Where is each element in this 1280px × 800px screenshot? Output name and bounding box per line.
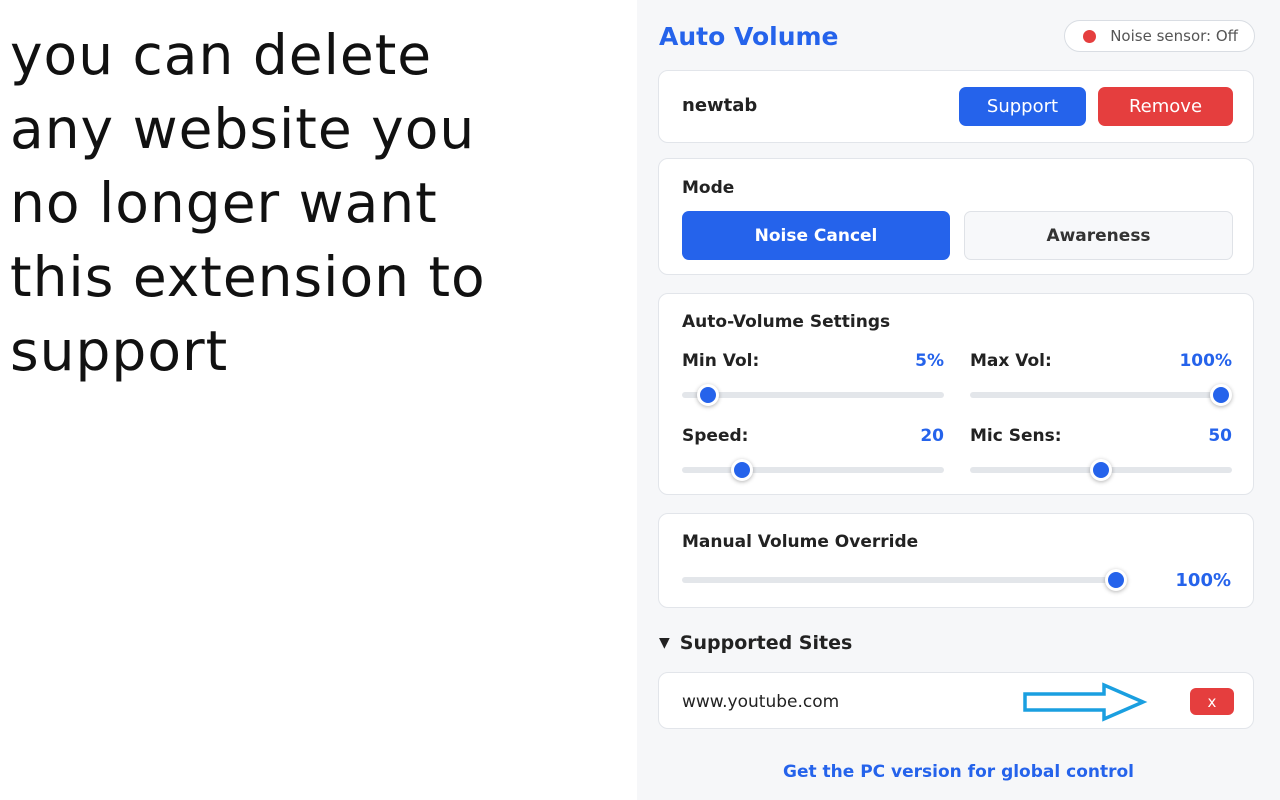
max-vol-label: Max Vol: [970,351,1052,371]
app-title: Auto Volume [659,22,839,51]
min-vol-thumb[interactable] [697,384,720,406]
support-button[interactable]: Support [959,87,1086,126]
caption-line: this extension to [10,245,486,309]
min-vol-slider[interactable] [682,384,944,406]
speed-slider[interactable] [682,459,944,481]
manual-volume-label: Manual Volume Override [682,532,919,552]
extension-popup: Auto Volume Noise sensor: Off newtab Sup… [637,0,1280,800]
supported-sites-toggle[interactable]: ▼ Supported Sites [659,632,852,654]
arrow-right-icon [1023,682,1148,722]
supported-sites-label: Supported Sites [679,632,853,654]
manual-volume-card: Manual Volume Override 100% [658,513,1254,608]
speed-thumb[interactable] [731,459,754,481]
delete-site-button[interactable]: x [1190,688,1234,715]
mic-sens-thumb[interactable] [1090,459,1112,481]
manual-volume-slider[interactable] [682,569,1127,591]
min-vol-label: Min Vol: [682,351,760,371]
noise-sensor-status[interactable]: Noise sensor: Off [1064,20,1255,52]
supported-site-url: www.youtube.com [682,692,840,712]
mic-sens-label: Mic Sens: [970,426,1062,446]
settings-label: Auto-Volume Settings [682,312,891,332]
remove-button[interactable]: Remove [1098,87,1233,126]
max-vol-value: 100% [1179,351,1232,371]
popup-header: Auto Volume Noise sensor: Off [659,18,1255,58]
mode-card: Mode Noise Cancel Awareness [658,158,1254,275]
min-vol-value: 5% [915,351,944,371]
max-vol-thumb[interactable] [1210,384,1232,406]
noise-cancel-button[interactable]: Noise Cancel [682,211,950,260]
speed-label: Speed: [682,426,749,446]
manual-volume-value: 100% [1175,570,1231,591]
awareness-button[interactable]: Awareness [964,211,1233,260]
current-site-card: newtab Support Remove [658,70,1254,143]
caption-line: no longer want [10,171,438,235]
caption-line: any website you [10,97,476,161]
mode-label: Mode [682,178,735,198]
caret-down-icon: ▼ [659,635,670,651]
current-site-name: newtab [682,95,758,116]
caption-line: you can delete [10,23,433,87]
instruction-caption: you can delete any website you no longer… [10,18,610,388]
status-dot-icon [1083,29,1097,43]
manual-volume-thumb[interactable] [1105,569,1127,591]
speed-value: 20 [920,426,944,446]
pc-version-link[interactable]: Get the PC version for global control [637,762,1280,782]
noise-sensor-label: Noise sensor: Off [1110,27,1238,45]
auto-volume-settings-card: Auto-Volume Settings Min Vol: 5% Max Vol… [658,293,1254,495]
mic-sens-slider[interactable] [970,459,1232,481]
caption-line: support [10,319,229,383]
supported-site-row: www.youtube.com x [658,672,1254,729]
max-vol-slider[interactable] [970,384,1232,406]
mic-sens-value: 50 [1208,426,1232,446]
